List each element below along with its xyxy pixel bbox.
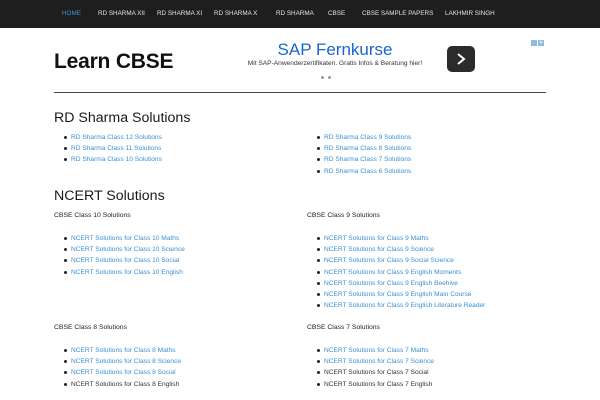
ncert-class-7-maths-link[interactable]: NCERT Solutions for Class 7 Maths (307, 345, 434, 356)
chevron-right-icon (457, 53, 466, 65)
header-divider (54, 92, 546, 93)
ad-carousel-dot (328, 76, 331, 79)
rd-sharma-class-11-link[interactable]: RD Sharma Class 11 Solutions (54, 143, 162, 154)
ad-choices-icon[interactable] (531, 40, 537, 46)
ad-close-icon[interactable]: ✕ (538, 40, 544, 46)
nav-rd-sharma[interactable]: RD SHARMA (276, 0, 314, 28)
nav-rd-sharma-xii[interactable]: RD SHARMA XII (98, 0, 145, 28)
cbse-class-10-heading: CBSE Class 10 Solutions (54, 212, 131, 219)
ncert-class-9-science-link[interactable]: NCERT Solutions for Class 9 Science (307, 244, 485, 255)
cbse-class-9-heading: CBSE Class 9 Solutions (307, 212, 380, 219)
ncert-class-10-maths-link[interactable]: NCERT Solutions for Class 10 Maths (54, 233, 185, 244)
ncert-class-7-social-item: NCERT Solutions for Class 7 Social (307, 367, 434, 378)
ncert-class-9-social-science-link[interactable]: NCERT Solutions for Class 9 Social Scien… (307, 255, 485, 266)
ncert-class-9-english-literature-reader-link[interactable]: NCERT Solutions for Class 9 English Lite… (307, 300, 485, 311)
nav-cbse[interactable]: CBSE (328, 0, 345, 28)
rd-sharma-class-12-link[interactable]: RD Sharma Class 12 Solutions (54, 132, 162, 143)
ncert-class-8-maths-link[interactable]: NCERT Solutions for Class 8 Maths (54, 345, 181, 356)
ncert-class-7-science-link[interactable]: NCERT Solutions for Class 7 Science (307, 356, 434, 367)
rd-sharma-class-6-link[interactable]: RD Sharma Class 6 Solutions (307, 166, 411, 177)
cbse-class-8-heading: CBSE Class 8 Solutions (54, 324, 127, 331)
ncert-class-10-social-link[interactable]: NCERT Solutions for Class 10 Social (54, 255, 185, 266)
class-8-list: NCERT Solutions for Class 8 Maths NCERT … (54, 345, 181, 390)
top-nav: HOME RD SHARMA XII RD SHARMA XI RD SHARM… (0, 0, 600, 28)
cbse-class-7-heading: CBSE Class 7 Solutions (307, 324, 380, 331)
nav-lakhmir-singh[interactable]: LAKHMIR SINGH (445, 0, 495, 28)
rd-sharma-class-9-link[interactable]: RD Sharma Class 9 Solutions (307, 132, 411, 143)
class-7-list: NCERT Solutions for Class 7 Maths NCERT … (307, 345, 434, 390)
ncert-class-10-science-link[interactable]: NCERT Solutions for Class 10 Science (54, 244, 185, 255)
ncert-class-9-maths-link[interactable]: NCERT Solutions for Class 9 Maths (307, 233, 485, 244)
ncert-class-9-english-main-course-link[interactable]: NCERT Solutions for Class 9 English Main… (307, 289, 485, 300)
nav-rd-sharma-x[interactable]: RD SHARMA X (214, 0, 257, 28)
nav-rd-sharma-xi[interactable]: RD SHARMA XI (157, 0, 202, 28)
ncert-class-8-english-item: NCERT Solutions for Class 8 English (54, 379, 181, 390)
nav-cbse-sample-papers[interactable]: CBSE SAMPLE PAPERS (362, 0, 433, 28)
ncert-heading: NCERT Solutions (54, 188, 165, 204)
rd-sharma-class-8-link[interactable]: RD Sharma Class 8 Solutions (307, 143, 411, 154)
ad-carousel-dot (321, 76, 324, 79)
ad-body-text[interactable]: Mit SAP-Anwenderzertifikaten. Gratis Inf… (235, 60, 435, 74)
rd-sharma-class-10-link[interactable]: RD Sharma Class 10 Solutions (54, 154, 162, 165)
ncert-class-7-english-item: NCERT Solutions for Class 7 English (307, 379, 434, 390)
ad-banner[interactable]: SAP Fernkurse Mit SAP-Anwenderzertifikat… (235, 38, 547, 82)
rd-sharma-class-7-link[interactable]: RD Sharma Class 7 Solutions (307, 154, 411, 165)
class-9-list: NCERT Solutions for Class 9 Maths NCERT … (307, 233, 485, 311)
ncert-class-9-english-beehive-link[interactable]: NCERT Solutions for Class 9 English Beeh… (307, 278, 485, 289)
rd-sharma-list-right: RD Sharma Class 9 Solutions RD Sharma Cl… (307, 132, 411, 177)
ncert-class-10-english-link[interactable]: NCERT Solutions for Class 10 English (54, 267, 185, 278)
ncert-class-8-science-link[interactable]: NCERT Solutions for Class 8 Science (54, 356, 181, 367)
site-title[interactable]: Learn CBSE (54, 50, 174, 74)
class-10-list: NCERT Solutions for Class 10 Maths NCERT… (54, 233, 185, 278)
ad-next-button[interactable] (447, 46, 475, 72)
rd-sharma-heading: RD Sharma Solutions (54, 110, 191, 126)
ncert-class-8-social-link[interactable]: NCERT Solutions for Class 8 Social (54, 367, 181, 378)
ad-headline[interactable]: SAP Fernkurse (235, 40, 435, 60)
ncert-class-9-english-moments-link[interactable]: NCERT Solutions for Class 9 English Mome… (307, 267, 485, 278)
nav-home[interactable]: HOME (62, 0, 81, 28)
rd-sharma-list-left: RD Sharma Class 12 Solutions RD Sharma C… (54, 132, 162, 166)
